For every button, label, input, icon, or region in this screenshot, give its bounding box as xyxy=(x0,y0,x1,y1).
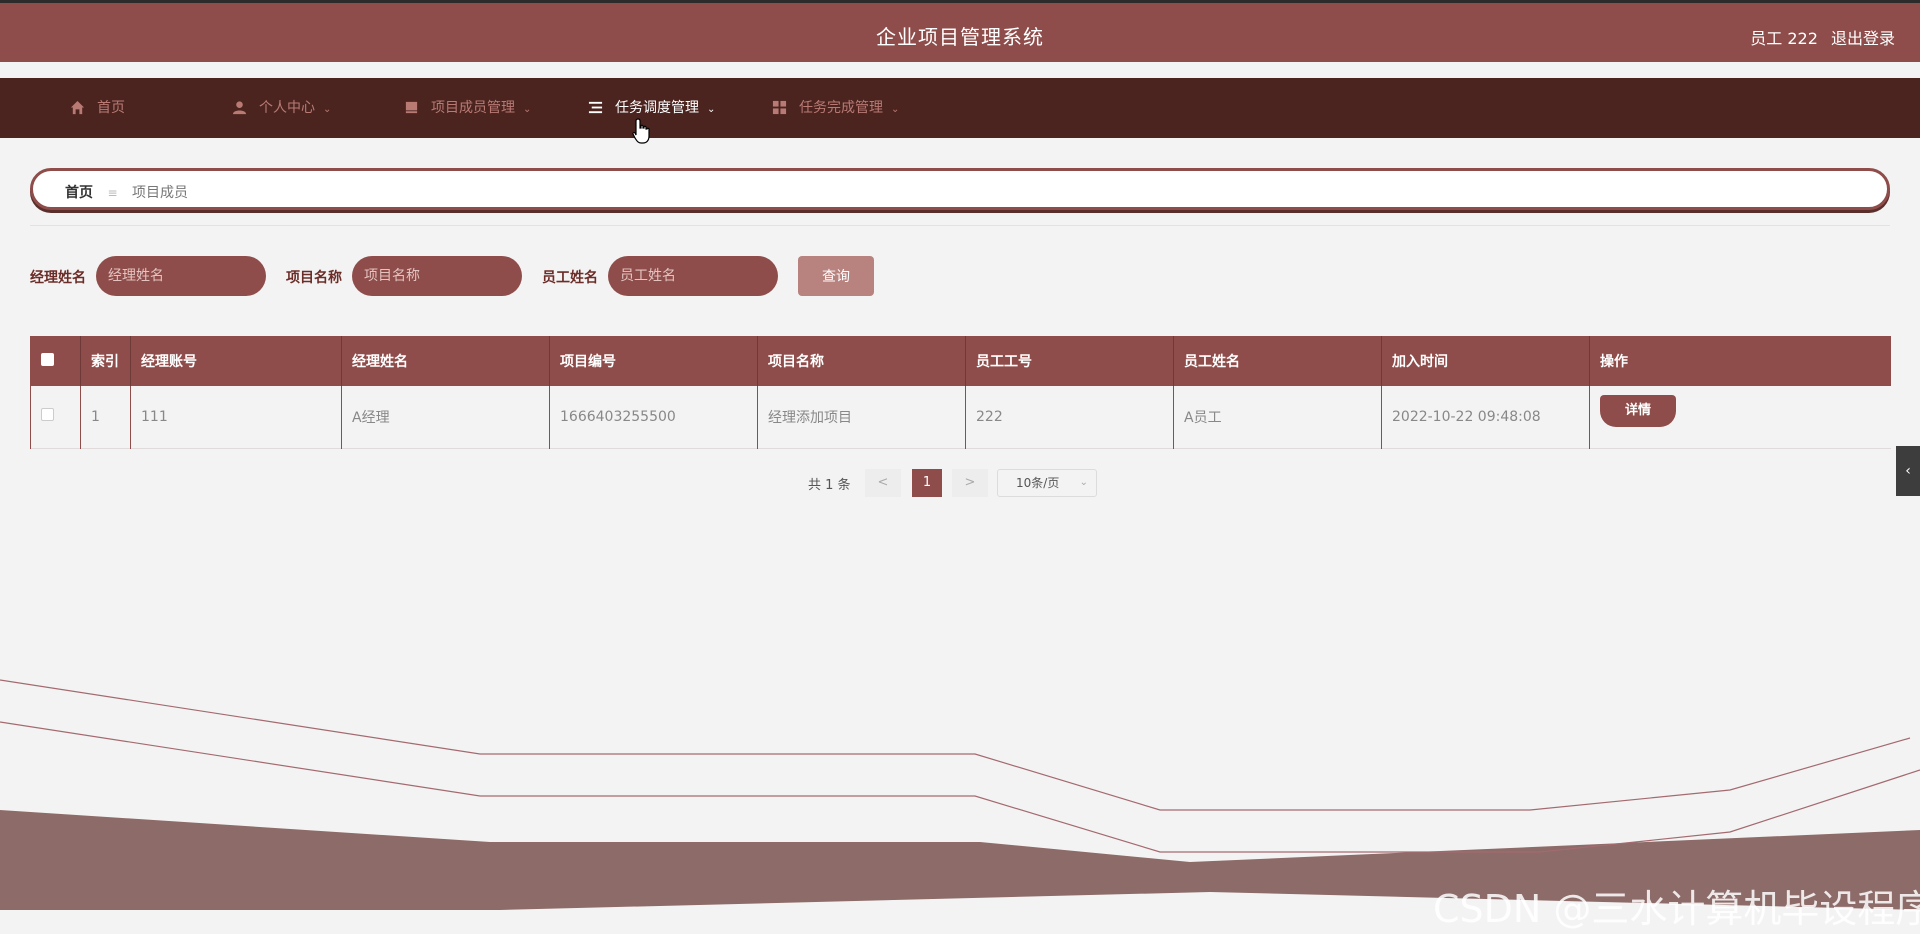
prev-page-button[interactable]: < xyxy=(865,469,901,497)
nav-item-label: 项目成员管理 xyxy=(431,100,515,116)
breadcrumb-current: 项目成员 xyxy=(131,185,188,201)
divider xyxy=(30,225,1890,226)
row-select-cell[interactable] xyxy=(30,386,81,448)
book-icon xyxy=(405,101,418,114)
table-row: 1 111 A经理 1666403255500 经理添加项目 222 A员工 2… xyxy=(30,386,1891,448)
nav-item-task-completion[interactable]: 任务完成管理 ⌄ xyxy=(772,78,899,138)
chevron-down-icon: ⌄ xyxy=(523,104,532,115)
app-title: 企业项目管理系统 xyxy=(876,25,1044,49)
hand-cursor-icon xyxy=(632,118,650,144)
cell-actions: 详情 xyxy=(1590,386,1891,448)
logout-link[interactable]: 退出登录 xyxy=(1831,29,1895,48)
manager-name-label: 经理姓名 xyxy=(30,270,86,286)
breadcrumb-bar: 首页 ≡ 项目成员 xyxy=(30,168,1890,210)
detail-button[interactable]: 详情 xyxy=(1600,394,1676,427)
main-nav: 首页 个人中心 ⌄ 项目成员管理 ⌄ 任务调度管理 ⌄ 任务完成管理 ⌄ xyxy=(0,78,1920,138)
chevron-down-icon: ⌄ xyxy=(323,104,332,115)
page-number-button[interactable]: 1 xyxy=(912,469,942,497)
select-all-checkbox[interactable] xyxy=(41,352,54,366)
pagination: 共 1 条 < 1 > 10条/页 ⌄ xyxy=(0,469,1920,497)
chevron-down-icon: ⌄ xyxy=(891,104,900,115)
breadcrumb: 首页 ≡ 项目成员 xyxy=(65,182,188,202)
cell-manager-account: 111 xyxy=(130,386,342,448)
column-header: 员工工号 xyxy=(965,336,1174,386)
chevron-down-icon: ⌄ xyxy=(1079,477,1088,488)
cell-employee-name: A员工 xyxy=(1173,386,1382,448)
column-header: 索引 xyxy=(80,336,131,386)
cell-index: 1 xyxy=(80,386,131,448)
column-header: 操作 xyxy=(1600,354,1628,370)
query-button[interactable]: 查询 xyxy=(798,256,874,296)
employee-name-input[interactable] xyxy=(608,256,778,296)
page-size-select[interactable]: 10条/页 ⌄ xyxy=(997,469,1097,497)
column-header: 经理账号 xyxy=(130,336,342,386)
pagination-total: 共 1 条 xyxy=(808,478,851,493)
project-name-label: 项目名称 xyxy=(286,270,342,286)
user-area: 员工 222 退出登录 xyxy=(1742,25,1895,49)
row-checkbox[interactable] xyxy=(41,408,54,422)
nav-item-label: 任务完成管理 xyxy=(799,100,883,116)
top-header: 企业项目管理系统 员工 222 退出登录 xyxy=(0,0,1920,62)
nav-item-member-management[interactable]: 项目成员管理 ⌄ xyxy=(404,78,531,138)
breadcrumb-home[interactable]: 首页 xyxy=(65,185,93,201)
nav-item-label: 个人中心 xyxy=(259,100,315,116)
list-icon xyxy=(588,101,603,114)
column-header: 经理姓名 xyxy=(341,336,550,386)
cell-project-name: 经理添加项目 xyxy=(757,386,966,448)
column-header: 项目名称 xyxy=(757,336,966,386)
watermark: CSDN @三水计算机毕设程序 xyxy=(1433,887,1920,931)
members-table: 索引 经理账号 经理姓名 项目编号 项目名称 员工工号 员工姓名 加入时间 操作… xyxy=(30,336,1891,449)
breadcrumb-separator: ≡ xyxy=(107,186,118,200)
employee-name-label: 员工姓名 xyxy=(542,270,598,286)
nav-item-home[interactable]: 首页 xyxy=(70,78,125,138)
cell-employee-no: 222 xyxy=(965,386,1174,448)
nav-item-personal-center[interactable]: 个人中心 ⌄ xyxy=(232,78,331,138)
page-size-value: 10条/页 xyxy=(1016,476,1060,490)
side-panel-toggle[interactable]: ‹ xyxy=(1896,446,1920,496)
cell-join-time: 2022-10-22 09:48:08 xyxy=(1381,386,1590,448)
column-header: 员工姓名 xyxy=(1173,336,1382,386)
table-header-row: 索引 经理账号 经理姓名 项目编号 项目名称 员工工号 员工姓名 加入时间 操作 xyxy=(30,336,1891,386)
user-label: 员工 222 xyxy=(1750,29,1818,48)
column-header: 加入时间 xyxy=(1381,336,1590,386)
user-icon xyxy=(232,101,247,115)
cell-manager-name: A经理 xyxy=(341,386,550,448)
nav-item-label: 任务调度管理 xyxy=(615,100,699,116)
nav-item-label: 首页 xyxy=(97,100,125,116)
cell-project-no: 1666403255500 xyxy=(549,386,758,448)
chevron-down-icon: ⌄ xyxy=(707,104,716,115)
select-all-cell[interactable] xyxy=(30,336,81,386)
home-icon xyxy=(70,100,85,115)
next-page-button[interactable]: > xyxy=(952,469,988,497)
manager-name-input[interactable] xyxy=(96,256,266,296)
project-name-input[interactable] xyxy=(352,256,522,296)
grid-icon xyxy=(772,100,787,115)
column-header: 项目编号 xyxy=(549,336,758,386)
